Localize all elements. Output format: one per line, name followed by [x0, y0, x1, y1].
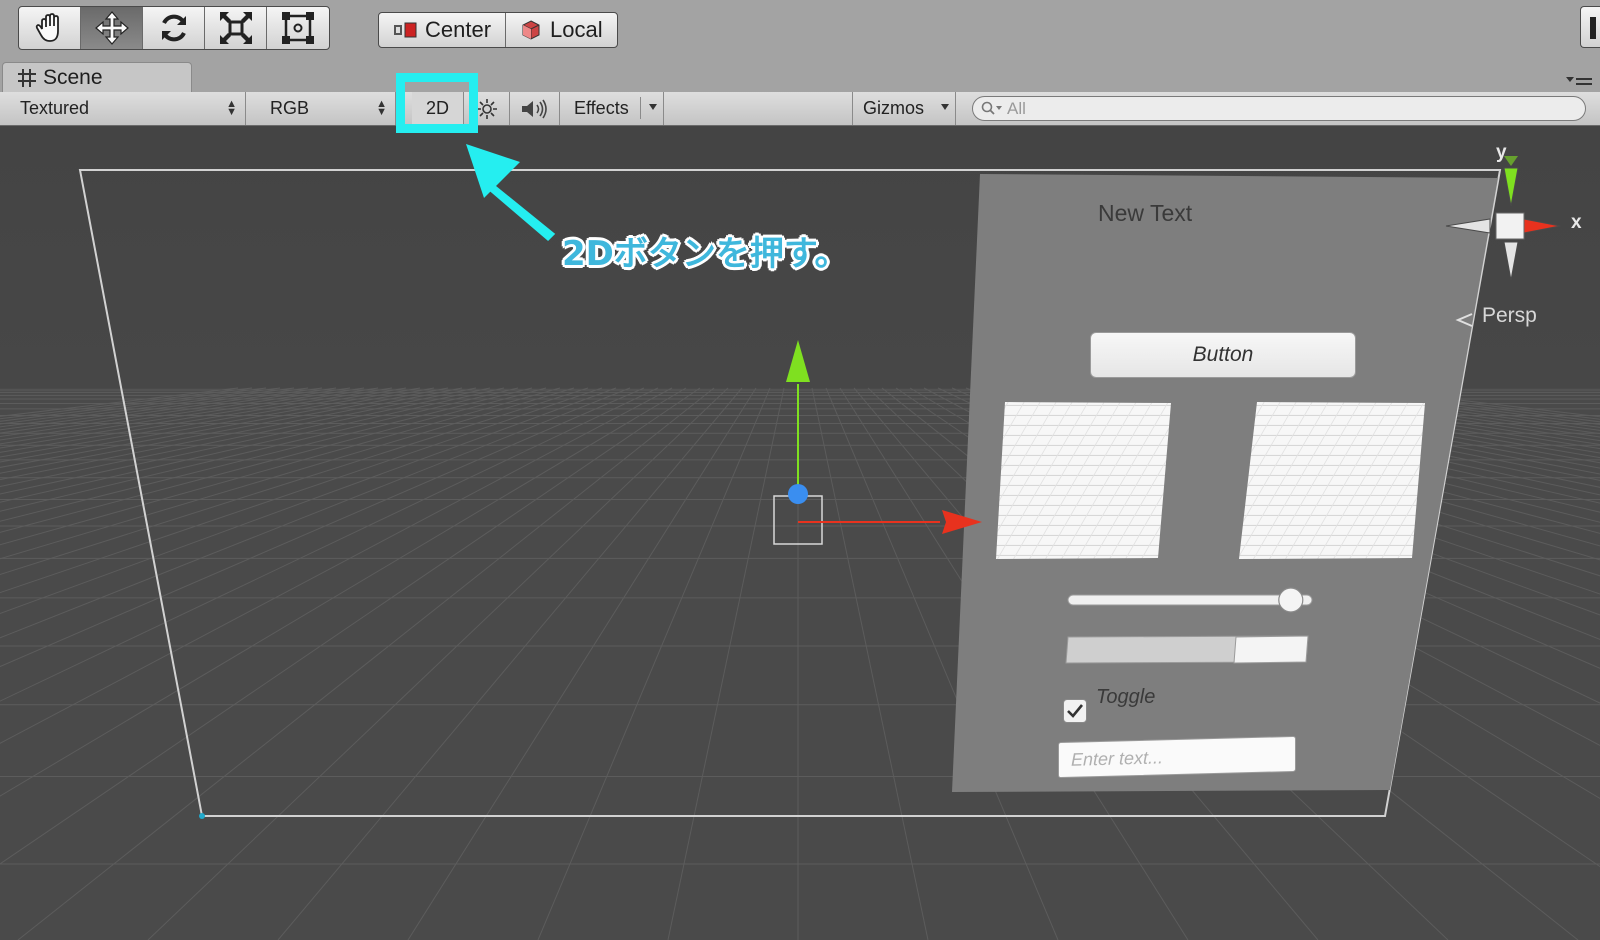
scene-audio-toggle[interactable]	[510, 92, 560, 125]
main-toolbar: Center Local	[0, 0, 1600, 60]
gizmos-label: Gizmos	[863, 98, 925, 118]
move-tool-button[interactable]	[81, 7, 143, 49]
ui-image-left	[996, 402, 1171, 559]
ui-image-right	[1239, 402, 1425, 559]
canvas-corner-handle	[199, 813, 205, 819]
rect-transform-icon	[282, 12, 314, 44]
ui-toggle-label: Toggle	[1096, 686, 1156, 708]
gizmo-x-label: x	[1571, 212, 1582, 233]
ui-input-placeholder: Enter text...	[1071, 746, 1164, 770]
ui-toggle-checkbox	[1063, 699, 1087, 723]
search-placeholder: All	[1007, 98, 1026, 118]
pivot-toggle-group: Center Local	[378, 12, 618, 48]
tab-scene-label: Scene	[43, 65, 103, 89]
updown-arrows-icon: ▲ ▼	[376, 98, 387, 118]
checkmark-icon	[1067, 704, 1084, 718]
ui-input-field: Enter text...	[1058, 735, 1296, 779]
local-cube-icon	[522, 20, 540, 40]
tab-scene[interactable]: Scene	[2, 62, 192, 92]
move-arrows-icon	[94, 11, 129, 45]
transform-tools-group	[18, 6, 330, 50]
sun-icon	[476, 98, 497, 119]
gizmos-dropdown[interactable]: Gizmos	[852, 92, 956, 125]
render-mode-dropdown[interactable]: RGB ▲ ▼	[260, 92, 396, 125]
scene-view-toolbar: Textured ▲ ▼ RGB ▲ ▼ 2D Effects Gizmos A…	[0, 92, 1600, 126]
chevron-down-icon	[941, 104, 949, 110]
ui-button-label: Button	[1192, 343, 1254, 366]
tab-bar: Scene	[0, 60, 1600, 92]
rect-tool-button[interactable]	[267, 7, 329, 49]
projection-toggle[interactable]: Persp	[1482, 304, 1537, 328]
effects-dropdown[interactable]: Effects	[564, 92, 664, 125]
layout-menu-button[interactable]	[1580, 6, 1600, 48]
scene-search-input[interactable]: All	[972, 96, 1586, 121]
rotate-tool-button[interactable]	[143, 7, 205, 49]
search-icon	[981, 101, 1002, 115]
pivot-center-button[interactable]: Center	[379, 13, 507, 47]
ui-text-label: New Text	[1098, 200, 1193, 226]
annotation-callout: 2Dボタンを押す。	[562, 234, 849, 274]
hand-tool-button[interactable]	[19, 7, 81, 49]
grid-hash-icon	[18, 68, 36, 87]
gizmo-y-label: y	[1496, 142, 1507, 163]
draw-mode-dropdown[interactable]: Textured ▲ ▼	[10, 92, 246, 125]
space-local-label: Local	[550, 17, 603, 42]
highlight-box-2d-button	[396, 73, 478, 133]
rotate-icon	[161, 14, 186, 42]
render-mode-value: RGB	[270, 98, 310, 118]
speaker-icon	[521, 99, 547, 118]
scale-icon	[219, 12, 252, 44]
draw-mode-value: Textured	[20, 98, 90, 118]
pivot-center-icon	[394, 22, 417, 38]
scale-tool-button[interactable]	[205, 7, 267, 49]
hand-icon	[35, 13, 59, 42]
ui-scrollbar	[1065, 635, 1309, 664]
updown-arrows-icon: ▲ ▼	[226, 98, 237, 118]
ui-button: Button	[1090, 332, 1356, 378]
space-local-button[interactable]: Local	[506, 13, 617, 47]
tab-options-menu[interactable]	[1566, 74, 1596, 90]
effects-label: Effects	[574, 98, 629, 118]
pivot-center-label: Center	[425, 17, 492, 42]
chevron-down-icon	[649, 104, 657, 110]
